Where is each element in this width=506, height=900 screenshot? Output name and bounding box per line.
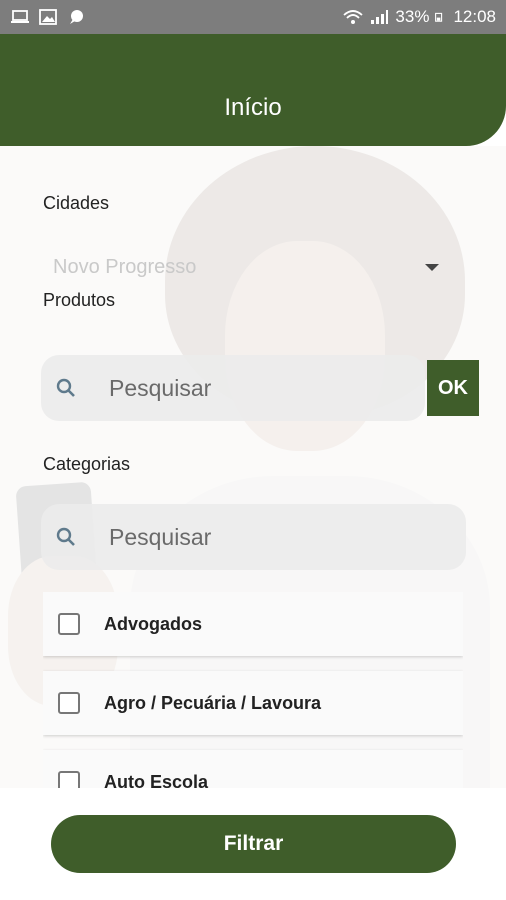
categorias-label: Categorias bbox=[43, 454, 131, 474]
category-checkbox[interactable] bbox=[58, 613, 80, 635]
city-selected-value: Novo Progresso bbox=[53, 255, 197, 278]
chat-icon bbox=[70, 10, 83, 24]
filter-button[interactable]: Filtrar bbox=[51, 815, 456, 873]
wifi-icon bbox=[343, 10, 364, 24]
cidades-label: Cidades bbox=[43, 193, 110, 213]
produtos-search-box[interactable] bbox=[41, 355, 425, 421]
list-item[interactable]: Advogados bbox=[43, 592, 463, 656]
search-icon bbox=[56, 378, 75, 397]
category-checkbox[interactable] bbox=[58, 692, 80, 714]
status-bar: 33% 12:08 bbox=[0, 0, 506, 34]
category-label: Advogados bbox=[104, 613, 203, 634]
clock: 12:08 bbox=[453, 7, 496, 26]
battery-percent: 33% bbox=[395, 7, 430, 26]
categorias-search-box[interactable] bbox=[41, 504, 466, 570]
app-header: Início bbox=[0, 34, 506, 146]
ok-button[interactable]: OK bbox=[427, 360, 479, 416]
signal-icon bbox=[371, 10, 389, 24]
list-item[interactable]: Agro / Pecuária / Lavoura bbox=[43, 671, 463, 735]
page-title: Início bbox=[224, 94, 282, 121]
search-icon bbox=[56, 527, 75, 546]
produtos-search-input[interactable] bbox=[107, 373, 391, 403]
laptop-icon bbox=[11, 10, 29, 23]
list-item[interactable]: Auto Escola bbox=[43, 750, 463, 788]
produtos-label: Produtos bbox=[43, 290, 116, 310]
categorias-search-input[interactable] bbox=[107, 522, 391, 552]
category-checkbox[interactable] bbox=[58, 771, 80, 788]
category-label: Auto Escola bbox=[104, 771, 209, 789]
city-dropdown[interactable]: Novo Progresso bbox=[43, 248, 443, 286]
battery-icon bbox=[435, 12, 443, 22]
image-icon bbox=[39, 9, 57, 25]
category-label: Agro / Pecuária / Lavoura bbox=[104, 692, 322, 713]
category-list: Advogados Agro / Pecuária / Lavoura Auto… bbox=[43, 592, 463, 788]
dropdown-arrow-icon bbox=[425, 263, 439, 271]
